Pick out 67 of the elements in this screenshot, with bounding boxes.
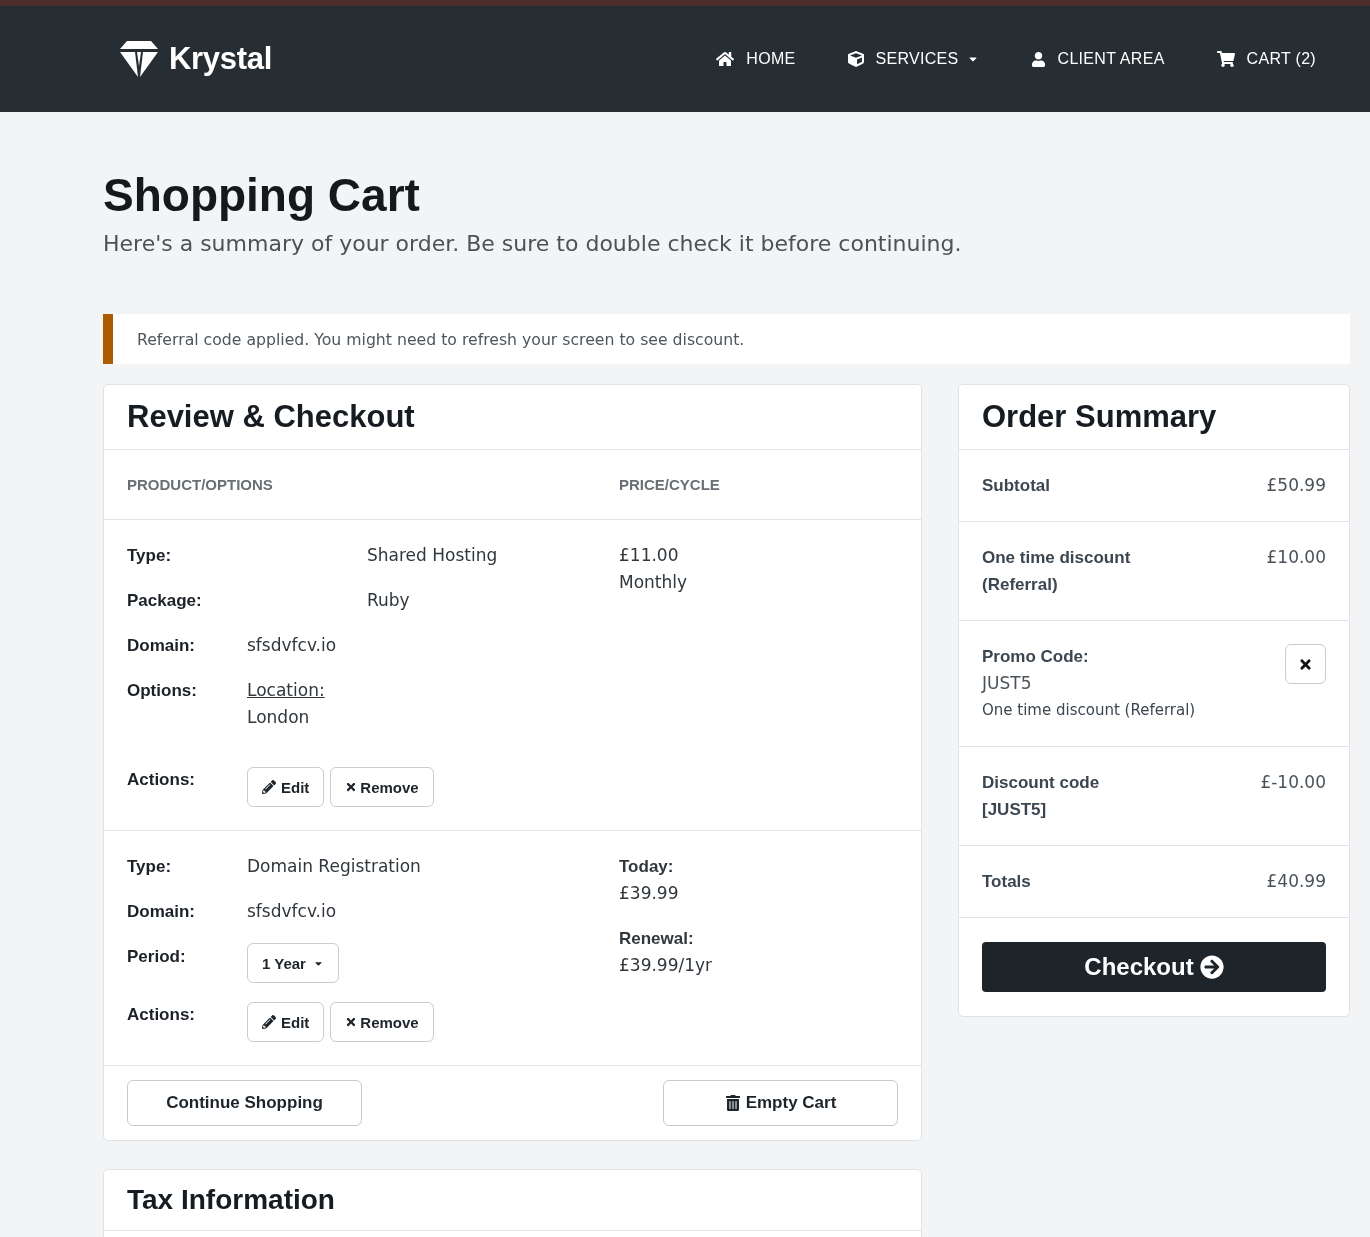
cart-icon — [1216, 50, 1235, 68]
card-title: Review & Checkout — [127, 399, 415, 435]
field-label: Actions: — [127, 1004, 196, 1026]
price-value: £11.00 — [619, 544, 679, 567]
pencil-icon — [262, 1015, 276, 1029]
summary-label: One time discount (Referral) — [982, 547, 1132, 596]
page-title: Shopping Cart — [103, 169, 421, 221]
field-value: Domain Registration — [247, 855, 422, 878]
price-value: £39.99/1yr — [619, 954, 713, 977]
price-value: Monthly — [619, 571, 688, 594]
column-header: PRICE/CYCLE — [619, 476, 721, 493]
nav-link[interactable]: SERVICES — [847, 50, 979, 68]
price-value: £39.99 — [619, 882, 679, 905]
cube-icon — [847, 51, 864, 67]
promo-label: Promo Code: — [982, 646, 1089, 668]
field-label: Domain: — [127, 635, 196, 657]
period-select[interactable]: 1 Year — [247, 943, 339, 983]
promo-code: JUST5 — [982, 672, 1032, 695]
remove-button[interactable]: Remove — [330, 767, 434, 807]
field-label: Options: — [127, 680, 198, 702]
user-icon — [1030, 51, 1046, 67]
arrow-circle-right-icon — [1199, 955, 1224, 979]
summary-value: £-10.00 — [1260, 771, 1326, 794]
home-icon — [716, 50, 735, 68]
summary-label: Totals — [982, 871, 1031, 893]
close-icon — [345, 1016, 358, 1028]
summary-value: £40.99 — [1266, 870, 1326, 893]
summary-value: £10.00 — [1266, 546, 1326, 569]
option-value: London — [247, 706, 310, 729]
field-label: Type: — [127, 856, 173, 878]
brand-name: Krystal — [169, 41, 272, 77]
field-value: sfsdvfcv.io — [247, 900, 338, 923]
close-icon — [345, 781, 358, 793]
trash-icon — [724, 1095, 741, 1111]
field-label: Type: — [127, 545, 173, 567]
referral-alert: Referral code applied. You might need to refresh your screen to see discount. — [103, 314, 1350, 364]
pencil-icon — [262, 780, 276, 794]
field-label: Package: — [127, 590, 203, 612]
field-label: Domain: — [127, 901, 196, 923]
summary-label: Subtotal — [982, 475, 1050, 497]
checkout-button[interactable]: Checkout — [982, 942, 1326, 992]
option-name: Location: — [247, 679, 325, 702]
empty-cart-button[interactable]: Empty Cart — [663, 1080, 898, 1126]
field-label: Period: — [127, 946, 187, 968]
page-subtitle: Here's a summary of your order. Be sure to double check it before continuing. — [103, 230, 963, 258]
field-value: sfsdvfcv.io — [247, 634, 338, 657]
card-title: Order Summary — [982, 399, 1217, 435]
nav-link[interactable]: HOME — [716, 50, 796, 68]
field-value: Shared Hosting — [367, 544, 499, 567]
summary-label: Discount code [JUST5] — [982, 772, 1101, 821]
nav-link[interactable]: CART (2) — [1216, 50, 1316, 68]
close-icon — [1298, 656, 1313, 672]
price-label: Today: — [619, 856, 674, 878]
field-value: Ruby — [367, 589, 411, 612]
price-label: Renewal: — [619, 928, 694, 950]
column-header: PRODUCT/OPTIONS — [127, 476, 274, 493]
continue-shopping-button[interactable]: Continue Shopping — [127, 1080, 362, 1126]
summary-value: £50.99 — [1266, 474, 1326, 497]
edit-button[interactable]: Edit — [247, 767, 325, 807]
nav-link[interactable]: CLIENT AREA — [1030, 50, 1165, 68]
field-label: Actions: — [127, 769, 196, 791]
remove-promo-button[interactable] — [1285, 644, 1326, 684]
card-title: Tax Information — [127, 1184, 335, 1216]
promo-description: One time discount (Referral) — [982, 700, 1196, 721]
edit-button[interactable]: Edit — [247, 1002, 325, 1042]
remove-button[interactable]: Remove — [330, 1002, 434, 1042]
diamond-logo-icon — [120, 40, 158, 78]
